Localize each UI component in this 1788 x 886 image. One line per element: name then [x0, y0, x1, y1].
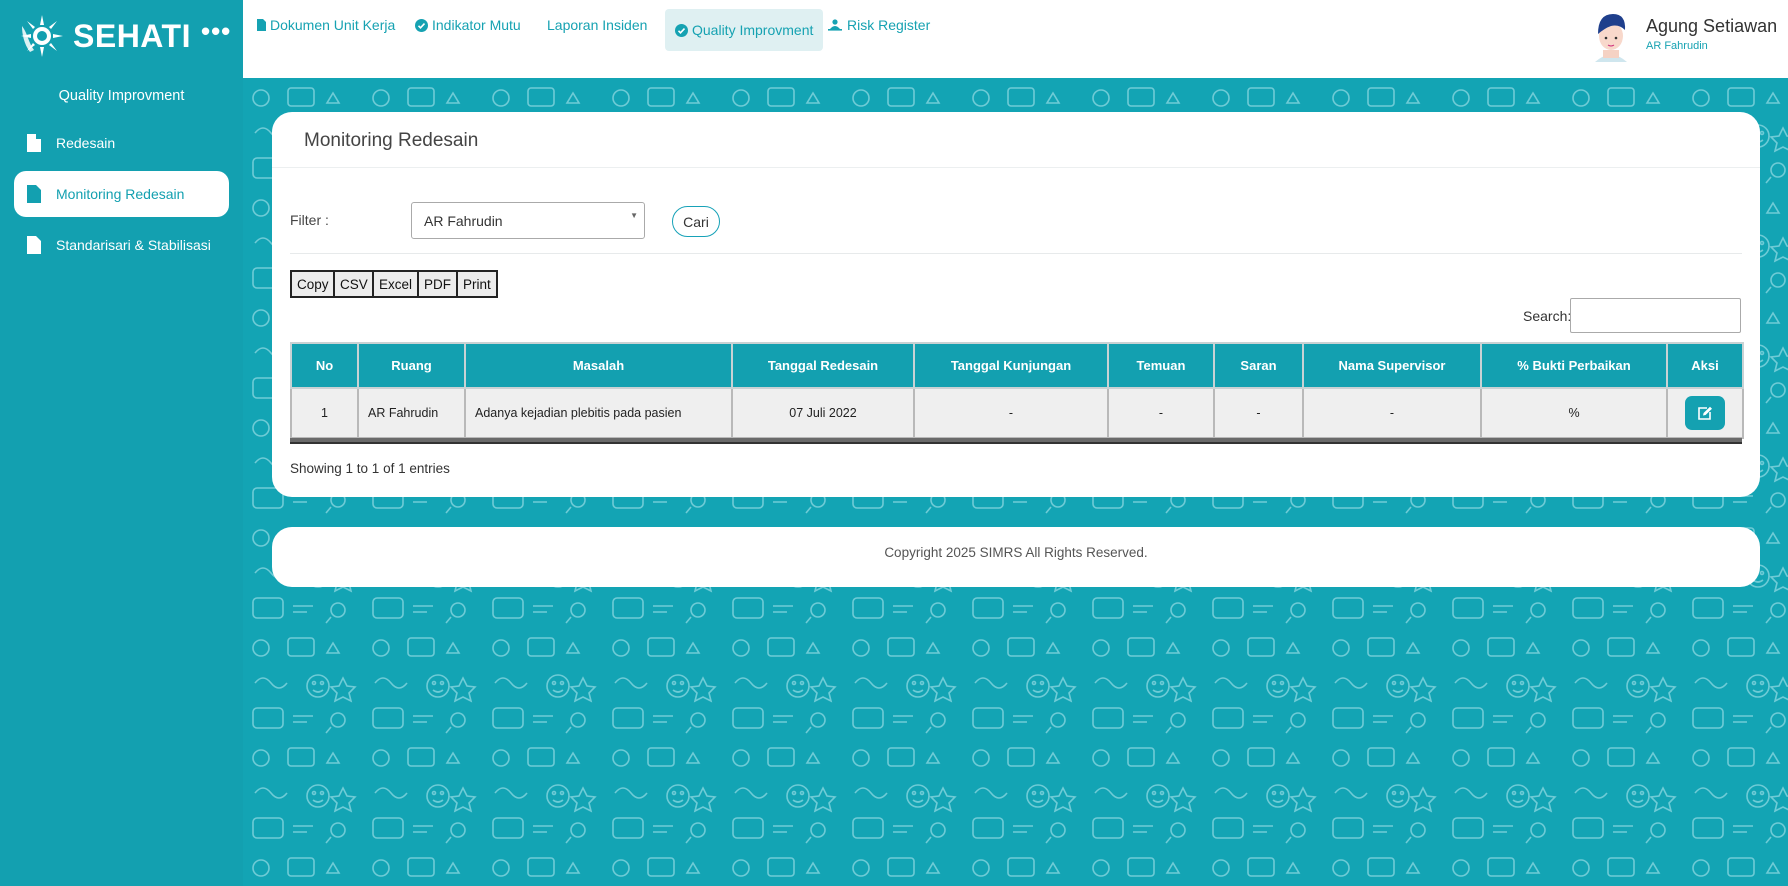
cari-button[interactable]: Cari [672, 206, 720, 237]
filter-label: Filter : [290, 212, 329, 228]
column-header[interactable]: Nama Supervisor [1302, 342, 1482, 389]
page-title: Monitoring Redesain [272, 112, 1760, 168]
column-header[interactable]: Temuan [1107, 342, 1215, 389]
nav-label: Dokumen Unit Kerja [270, 17, 396, 33]
caret-down-icon: ▼ [630, 211, 638, 220]
edit-button[interactable] [1685, 396, 1725, 430]
nav-dokumen-unit-kerja[interactable]: Dokumen Unit Kerja [257, 17, 395, 33]
people-icon [828, 19, 842, 31]
nav-label: Laporan Insiden [547, 17, 648, 33]
nav-quality-improvment[interactable]: Quality Improvment [665, 9, 824, 51]
user-unit: AR Fahrudin [1646, 40, 1708, 52]
nav-label: Indikator Mutu [432, 17, 521, 33]
excel-button[interactable]: Excel [372, 270, 420, 298]
table-scrollbar[interactable] [290, 438, 1742, 444]
column-header: Aksi [1666, 342, 1744, 389]
cell-ruang: AR Fahrudin [357, 387, 466, 439]
sidebar-item-monitoring-redesain[interactable]: Monitoring Redesain [14, 171, 229, 217]
search-input[interactable] [1570, 298, 1741, 333]
main-card: Monitoring Redesain Filter : AR Fahrudin… [272, 112, 1760, 497]
topbar: Dokumen Unit Kerja Indikator Mutu Lapora… [243, 0, 1788, 78]
table-row: 1 AR Fahrudin Adanya kejadian plebitis p… [290, 387, 1744, 439]
column-header[interactable]: Ruang [357, 342, 466, 389]
filter-row: Filter : AR Fahrudin ▼ Cari [290, 202, 1742, 254]
footer-text: Copyright 2025 SIMRS All Rights Reserved… [884, 545, 1148, 560]
pdf-button[interactable]: PDF [417, 270, 458, 298]
check-circle-icon [415, 18, 428, 32]
footer: Copyright 2025 SIMRS All Rights Reserved… [272, 527, 1760, 587]
filter-select[interactable]: AR Fahrudin ▼ [411, 202, 645, 239]
cell-no: 1 [290, 387, 359, 439]
sidebar: SEHATI ••• Quality Improvment Redesain M… [0, 0, 243, 886]
sidebar-heading: Quality Improvment [58, 88, 185, 104]
cell-saran: - [1213, 387, 1304, 439]
sidebar-item-standarisasi[interactable]: Standarisari & Stabilisasi [14, 222, 229, 268]
cell-tanggal-redesain: 07 Juli 2022 [731, 387, 915, 439]
data-table: No Ruang Masalah Tanggal Redesain Tangga… [290, 342, 1744, 439]
edit-icon [1698, 406, 1712, 420]
avatar[interactable] [1589, 10, 1633, 62]
search-label: Search: [1523, 308, 1572, 324]
nav-label: Risk Register [847, 17, 931, 33]
sidebar-item-label: Standarisari & Stabilisasi [56, 237, 211, 253]
file-icon [27, 236, 41, 254]
nav-laporan-insiden[interactable]: Laporan Insiden [547, 17, 647, 33]
check-circle-icon [675, 23, 688, 37]
brand-name: SEHATI [73, 17, 191, 54]
table-header-row: No Ruang Masalah Tanggal Redesain Tangga… [290, 342, 1744, 389]
more-icon[interactable]: ••• [201, 16, 231, 47]
column-header[interactable]: % Bukti Perbaikan [1480, 342, 1668, 389]
filter-selected-value: AR Fahrudin [424, 213, 503, 229]
sidebar-item-label: Redesain [56, 135, 116, 151]
cell-tanggal-kunjungan: - [913, 387, 1109, 439]
file-icon [257, 19, 266, 31]
brand: SEHATI ••• [0, 0, 243, 72]
column-header[interactable]: Tanggal Kunjungan [913, 342, 1109, 389]
cell-temuan: - [1107, 387, 1215, 439]
csv-button[interactable]: CSV [333, 270, 375, 298]
cell-masalah: Adanya kejadian plebitis pada pasien [464, 387, 733, 439]
sidebar-item-redesain[interactable]: Redesain [14, 120, 229, 166]
user-name[interactable]: Agung Setiawan [1646, 16, 1777, 37]
column-header[interactable]: No [290, 342, 359, 389]
column-header[interactable]: Saran [1213, 342, 1304, 389]
cell-aksi [1666, 387, 1744, 439]
table-info: Showing 1 to 1 of 1 entries [290, 461, 450, 476]
column-header[interactable]: Tanggal Redesain [731, 342, 915, 389]
file-icon [27, 134, 41, 152]
column-header[interactable]: Masalah [464, 342, 733, 389]
cell-bukti-perbaikan: % [1480, 387, 1668, 439]
nav-indikator-mutu[interactable]: Indikator Mutu [415, 17, 521, 33]
sidebar-item-label: Monitoring Redesain [56, 186, 185, 202]
nav-risk-register[interactable]: Risk Register [827, 17, 930, 33]
muhammadiyah-logo-icon [21, 15, 63, 57]
file-icon [27, 185, 41, 203]
print-button[interactable]: Print [456, 270, 498, 298]
nav-label: Quality Improvment [692, 22, 814, 38]
copy-button[interactable]: Copy [290, 270, 336, 298]
cell-nama-supervisor: - [1302, 387, 1482, 439]
